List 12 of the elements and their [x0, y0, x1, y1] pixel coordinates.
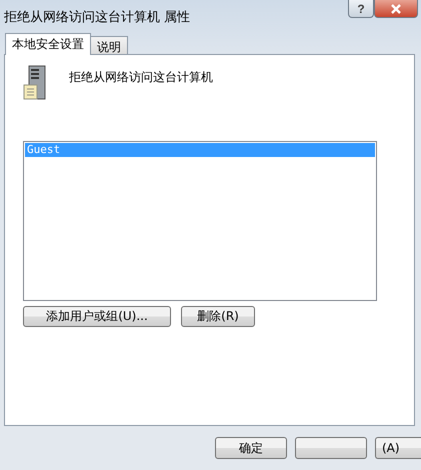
- ok-button[interactable]: 确定: [215, 437, 287, 459]
- tab[interactable]: 本地安全设置: [5, 33, 91, 55]
- policy-name: 拒绝从网络访问这台计算机: [69, 69, 213, 86]
- window-title: 拒绝从网络访问这台计算机 属性: [4, 9, 190, 26]
- list-button[interactable]: 添加用户或组(U)...: [23, 306, 171, 327]
- apply-button[interactable]: (A): [375, 437, 421, 459]
- dialog-button[interactable]: [295, 437, 367, 459]
- list-button[interactable]: 删除(R): [181, 306, 255, 327]
- tab[interactable]: 说明: [90, 36, 128, 55]
- close-button[interactable]: [374, 0, 418, 18]
- help-button[interactable]: ?: [348, 0, 374, 18]
- close-icon: [390, 4, 402, 14]
